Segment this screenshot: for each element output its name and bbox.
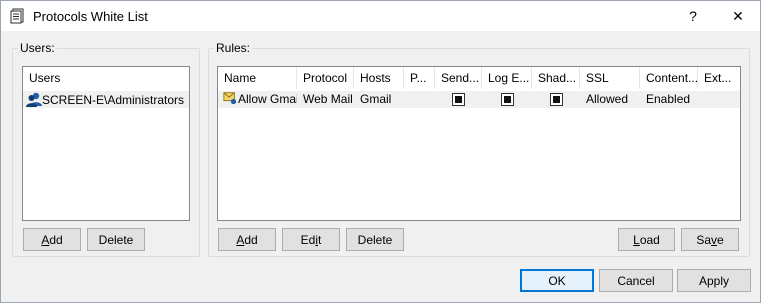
users-group-label: Users: xyxy=(18,41,57,55)
column-header-content[interactable]: Content... xyxy=(640,67,698,89)
close-button[interactable]: ✕ xyxy=(716,1,760,31)
rules-edit-button[interactable]: Ed i t xyxy=(282,228,340,251)
rule-name-cell: Allow Gmail xyxy=(218,91,297,108)
log-checkbox[interactable] xyxy=(501,93,514,106)
list-item[interactable]: SCREEN-E\Administrators xyxy=(23,91,189,108)
save-button[interactable]: Sa v e xyxy=(681,228,739,251)
mnemonic: A xyxy=(41,232,50,247)
rule-name: Allow Gmail xyxy=(238,92,297,106)
protocols-white-list-dialog: Protocols White List ? ✕ Users: Users SC… xyxy=(0,0,761,303)
users-add-button[interactable]: Add xyxy=(23,228,81,251)
column-header-send[interactable]: Send... xyxy=(435,67,482,89)
column-header-shadow[interactable]: Shad... xyxy=(532,67,580,89)
send-checkbox[interactable] xyxy=(452,93,465,106)
column-header-ext[interactable]: Ext... xyxy=(698,67,740,89)
rules-table[interactable]: Name Protocol Hosts P... Send... Log E..… xyxy=(217,66,741,221)
mail-rule-icon xyxy=(223,92,237,105)
button-label: dd xyxy=(49,232,63,247)
mnemonic: L xyxy=(633,232,640,247)
window-title: Protocols White List xyxy=(33,9,148,24)
users-delete-button[interactable]: Delete xyxy=(87,228,145,251)
title-bar: Protocols White List ? ✕ xyxy=(1,1,760,31)
shadow-checkbox[interactable] xyxy=(550,93,563,106)
ok-button[interactable]: OK xyxy=(520,269,594,292)
rules-group-label: Rules: xyxy=(214,41,253,55)
document-list-icon xyxy=(10,8,24,24)
rule-hosts: Gmail xyxy=(360,92,392,106)
button-label: t xyxy=(318,232,322,247)
rule-ssl: Allowed xyxy=(586,92,629,106)
button-label: Ed xyxy=(300,232,316,247)
help-button[interactable]: ? xyxy=(671,1,715,31)
button-label: Sa xyxy=(696,232,711,247)
user-group-icon xyxy=(26,92,42,107)
users-list[interactable]: Users SCREEN-E\Administrators xyxy=(22,66,190,221)
column-header-name[interactable]: Name xyxy=(218,67,297,89)
button-label: oad xyxy=(639,232,660,247)
users-column-header[interactable]: Users xyxy=(23,67,189,89)
column-header-hosts[interactable]: Hosts xyxy=(354,67,404,89)
button-label: e xyxy=(717,232,724,247)
user-group-label: SCREEN-E\Administrators xyxy=(42,93,185,107)
column-header-p[interactable]: P... xyxy=(404,67,435,89)
button-label: dd xyxy=(244,232,258,247)
column-header-protocol[interactable]: Protocol xyxy=(297,67,354,89)
rule-protocol: Web Mail xyxy=(303,92,353,106)
rules-delete-button[interactable]: Delete xyxy=(346,228,404,251)
load-button[interactable]: Load xyxy=(618,228,675,251)
rules-add-button[interactable]: Add xyxy=(218,228,276,251)
mnemonic: A xyxy=(236,232,245,247)
column-header-ssl[interactable]: SSL xyxy=(580,67,640,89)
table-row[interactable]: Allow Gmail Web Mail Gmail Allowed Enabl… xyxy=(218,91,740,108)
cancel-button[interactable]: Cancel xyxy=(599,269,673,292)
apply-button[interactable]: Apply xyxy=(677,269,751,292)
column-header-log[interactable]: Log E... xyxy=(482,67,532,89)
rule-content: Enabled xyxy=(646,92,691,106)
